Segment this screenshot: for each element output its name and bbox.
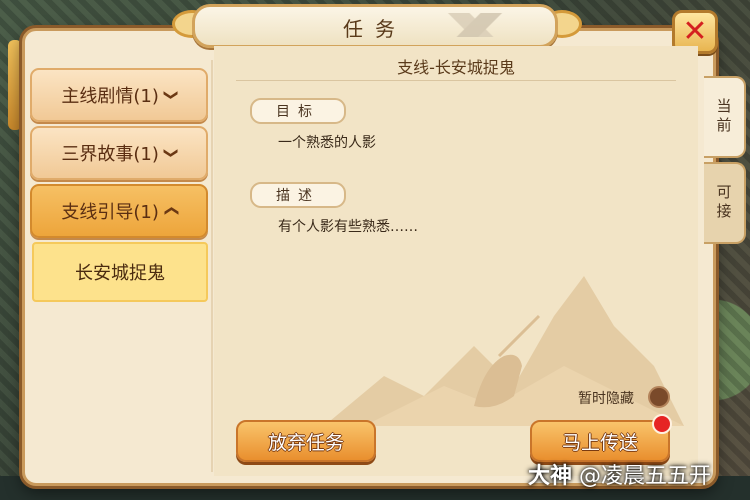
chevron-down-icon: ❯ — [162, 147, 179, 159]
quest-list-item[interactable]: 长安城捉鬼 — [32, 242, 208, 302]
watermark-user: @凌晨五五开 — [579, 464, 712, 489]
watermark-brand: 大神 — [528, 464, 573, 489]
description-label: 描述 — [250, 182, 346, 208]
category-main-story[interactable]: 主线剧情(1) ❯ — [30, 68, 208, 122]
tab-available-label: 可接 — [714, 184, 733, 222]
goal-text: 一个熟悉的人影 — [278, 135, 376, 151]
notification-dot-icon — [652, 414, 672, 434]
hide-temporarily-label: 暂时隐藏 — [578, 391, 634, 407]
hanging-lantern-decoration — [8, 40, 22, 130]
chevron-up-icon: ❯ — [162, 205, 179, 217]
panel-divider — [211, 60, 213, 472]
dialog-title: 任务 — [343, 17, 407, 41]
category-sidebar: 主线剧情(1) ❯ 三界故事(1) ❯ 支线引导(1) ❯ 长安城捉鬼 — [30, 66, 208, 476]
category-three-realms[interactable]: 三界故事(1) ❯ — [30, 126, 208, 180]
tab-current-label: 当前 — [714, 98, 733, 136]
dialog-titlebar: 任务 — [22, 4, 710, 48]
chevron-down-icon: ❯ — [162, 89, 179, 101]
quest-title: 支线-长安城捉鬼 — [397, 58, 515, 77]
category-side-guide[interactable]: 支线引导(1) ❯ — [30, 184, 208, 238]
quest-detail-panel: 支线-长安城捉鬼 目标 一个熟悉的人影 描述 有个人影有些熟悉…… 暂时隐藏 放… — [214, 46, 698, 476]
abandon-quest-button[interactable]: 放弃任务 — [236, 420, 376, 462]
title-plate: 任务 — [192, 4, 558, 48]
title-divider — [236, 80, 676, 81]
hide-temporarily-toggle[interactable] — [648, 386, 670, 408]
category-label: 主线剧情(1) — [61, 86, 159, 107]
category-label: 三界故事(1) — [61, 144, 159, 165]
goal-label: 目标 — [250, 98, 346, 124]
category-label: 支线引导(1) — [61, 202, 159, 223]
teleport-now-button[interactable]: 马上传送 — [530, 420, 670, 462]
tab-available[interactable]: 可接 — [704, 162, 746, 244]
tab-current[interactable]: 当前 — [704, 76, 746, 158]
ink-landscape-illustration — [324, 276, 684, 426]
watermark: 大神 @凌晨五五开 — [528, 458, 711, 490]
description-text: 有个人影有些熟悉…… — [278, 219, 418, 235]
close-x-icon: ✕ — [682, 14, 708, 49]
